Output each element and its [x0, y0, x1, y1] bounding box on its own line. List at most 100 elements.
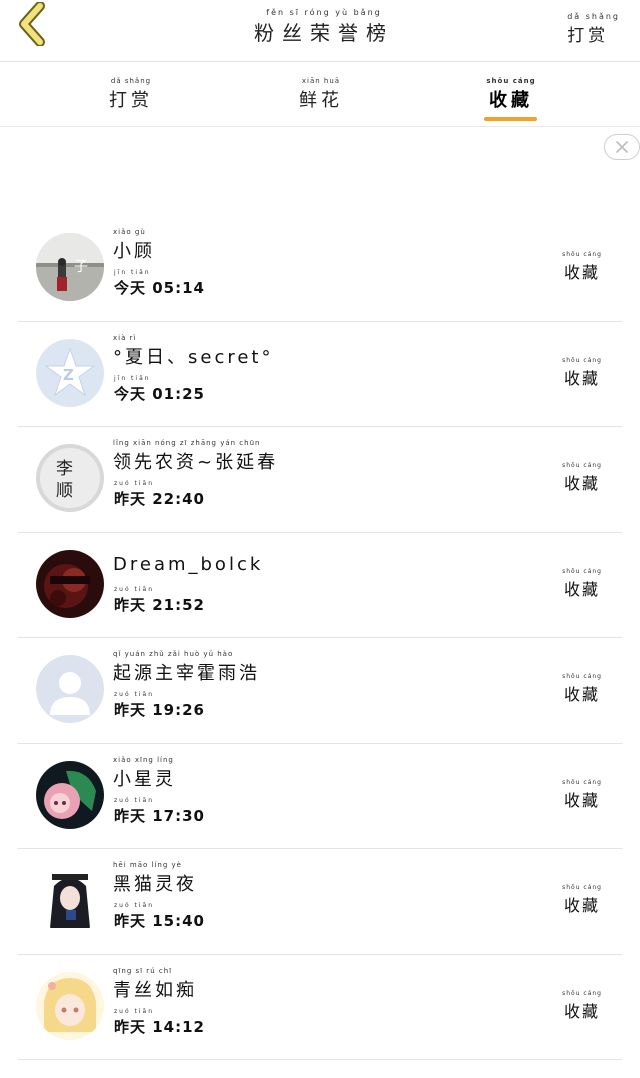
favorite-time: jīn tiān 今天 01:25 [114, 374, 205, 404]
favorite-time-text: 昨天 15:40 [114, 912, 205, 930]
favorite-button-pinyin: shōu cáng [562, 989, 602, 997]
favorite-button-pinyin: shōu cáng [562, 673, 602, 680]
user-name: xiǎo xīng líng 小星灵 [113, 756, 176, 791]
favorite-time-pinyin: jīn tiān [114, 269, 151, 276]
user-name-text: 起源主宰霍雨浩 [113, 663, 260, 684]
favorite-time: zuó tiān 昨天 14:12 [114, 1007, 205, 1037]
user-name: xiǎo gù 小顾 [113, 228, 155, 263]
favorite-button-label: 收藏 [564, 896, 601, 915]
favorite-button-label: 收藏 [564, 263, 601, 282]
tab-favorites[interactable]: shōu cáng 收藏 [451, 77, 571, 112]
favorite-time: zuó tiān 昨天 17:30 [114, 796, 205, 826]
avatar[interactable]: 李 顺 [36, 444, 104, 512]
favorite-time: zuó tiān 昨天 19:26 [114, 690, 205, 720]
tab-flowers-label: 鲜花 [299, 90, 343, 111]
svg-text:子: 子 [74, 259, 88, 275]
user-name-pinyin: xiǎo xīng líng [113, 755, 174, 764]
list-item[interactable]: 李 顺 lǐng xiān nóng zī zhāng yán chūn 领先农… [18, 427, 622, 533]
user-name-pinyin: xià rì [113, 333, 137, 342]
favorite-time-pinyin: zuó tiān [114, 480, 155, 487]
favorite-button[interactable]: shōu cáng 收藏 [562, 461, 602, 494]
tab-reward-label: 打赏 [109, 90, 153, 111]
list-item[interactable]: Dream_bolck zuó tiān 昨天 21:52 shōu cáng … [18, 533, 622, 638]
page-title-pinyin: fěn sī róng yù bǎng [266, 8, 382, 17]
user-name-text: 黑猫灵夜 [113, 874, 197, 895]
user-name-text: 领先农资~张延春 [113, 452, 279, 473]
favorites-list: 子 xiǎo gù 小顾 jīn tiān 今天 05:14 shōu cáng… [18, 216, 622, 1060]
tab-favorites-label: 收藏 [489, 90, 533, 111]
favorite-button-pinyin: shōu cáng [562, 462, 602, 469]
favorite-time: zuó tiān 昨天 15:40 [114, 901, 205, 931]
list-item[interactable]: qīng sī rú chī 青丝如痴 zuó tiān 昨天 14:12 sh… [18, 955, 622, 1060]
user-name-pinyin: hēi māo líng yè [113, 861, 182, 869]
user-name-pinyin: qīng sī rú chī [113, 966, 173, 975]
reward-button[interactable]: dǎ shǎng 打赏 [567, 12, 620, 46]
favorite-time-text: 昨天 22:40 [114, 490, 205, 508]
list-item[interactable]: qǐ yuán zhǔ zǎi huò yǔ hào 起源主宰霍雨浩 zuó t… [18, 638, 622, 744]
favorite-time-pinyin: zuó tiān [114, 691, 155, 698]
user-name: qǐ yuán zhǔ zǎi huò yǔ hào 起源主宰霍雨浩 [113, 650, 260, 685]
tab-reward[interactable]: dǎ shǎng 打赏 [71, 77, 191, 112]
favorite-time-pinyin: zuó tiān [114, 902, 155, 909]
favorite-button[interactable]: shōu cáng 收藏 [562, 250, 602, 283]
user-name-text: 小顾 [113, 241, 155, 262]
user-name-text: 小星灵 [113, 768, 176, 790]
user-name: xià rì °夏日、secret° [113, 334, 274, 369]
favorite-button-pinyin: shōu cáng [562, 567, 602, 575]
avatar[interactable] [36, 549, 104, 618]
favorite-button-pinyin: shōu cáng [562, 884, 602, 891]
avatar[interactable]: 子 [36, 233, 104, 301]
user-name-text: Dream_bolck [113, 553, 264, 575]
avatar[interactable]: Z [36, 338, 104, 407]
favorite-button[interactable]: shōu cáng 收藏 [562, 672, 602, 705]
avatar[interactable] [36, 971, 104, 1040]
avatar[interactable] [36, 655, 104, 723]
user-name: qīng sī rú chī 青丝如痴 [113, 967, 197, 1002]
list-item[interactable]: 子 xiǎo gù 小顾 jīn tiān 今天 05:14 shōu cáng… [18, 216, 622, 322]
page-title: fěn sī róng yù bǎng 粉丝荣誉榜 [0, 8, 640, 46]
svg-text:李: 李 [56, 459, 73, 479]
favorite-button[interactable]: shōu cáng 收藏 [562, 567, 602, 600]
tab-bar: dǎ shǎng 打赏 xiān huā 鲜花 shōu cáng 收藏 [0, 63, 640, 127]
list-item[interactable]: hēi māo líng yè 黑猫灵夜 zuó tiān 昨天 15:40 s… [18, 849, 622, 955]
user-name-text: 青丝如痴 [113, 979, 197, 1001]
favorite-button-pinyin: shōu cáng [562, 778, 602, 786]
svg-text:Z: Z [63, 366, 74, 384]
favorite-time-pinyin: zuó tiān [114, 796, 155, 804]
avatar[interactable] [36, 760, 104, 829]
reward-button-label: 打赏 [567, 26, 610, 46]
favorite-button-label: 收藏 [564, 685, 601, 704]
favorite-time-pinyin: zuó tiān [114, 1007, 155, 1015]
close-icon[interactable] [604, 134, 640, 160]
favorite-button[interactable]: shōu cáng 收藏 [562, 883, 602, 916]
user-name-pinyin: qǐ yuán zhǔ zǎi huò yǔ hào [113, 650, 234, 658]
favorite-button[interactable]: shōu cáng 收藏 [562, 778, 602, 811]
favorite-time: zuó tiān 昨天 22:40 [114, 479, 205, 509]
user-name: hēi māo líng yè 黑猫灵夜 [113, 861, 197, 896]
svg-text:顺: 顺 [56, 481, 73, 501]
favorite-button-pinyin: shōu cáng [562, 356, 602, 364]
favorite-button-label: 收藏 [564, 790, 601, 810]
tab-favorites-pinyin: shōu cáng [486, 77, 536, 85]
tab-flowers[interactable]: xiān huā 鲜花 [261, 77, 381, 112]
favorite-time-pinyin: zuó tiān [114, 585, 155, 593]
list-item[interactable]: xiǎo xīng líng 小星灵 zuó tiān 昨天 17:30 shō… [18, 744, 622, 849]
page-title-text: 粉丝荣誉榜 [254, 21, 394, 45]
tab-reward-pinyin: dǎ shǎng [110, 77, 152, 85]
user-name-text: °夏日、secret° [113, 346, 274, 368]
favorite-time-pinyin: jīn tiān [114, 374, 151, 382]
favorite-button-pinyin: shōu cáng [562, 251, 602, 258]
favorite-time-text: 今天 05:14 [114, 279, 205, 297]
user-name-pinyin: lǐng xiān nóng zī zhāng yán chūn [113, 439, 261, 447]
favorite-button-label: 收藏 [564, 368, 601, 388]
tab-flowers-pinyin: xiān huā [301, 77, 341, 85]
favorite-button[interactable]: shōu cáng 收藏 [562, 989, 602, 1022]
favorite-time-text: 昨天 14:12 [114, 1017, 205, 1036]
favorite-time: jīn tiān 今天 05:14 [114, 268, 205, 298]
favorite-button[interactable]: shōu cáng 收藏 [562, 356, 602, 389]
avatar[interactable] [36, 866, 104, 934]
active-tab-indicator [484, 117, 537, 121]
user-name: lǐng xiān nóng zī zhāng yán chūn 领先农资~张延… [113, 439, 278, 474]
list-item[interactable]: Z xià rì °夏日、secret° jīn tiān 今天 01:25 s… [18, 322, 622, 427]
favorite-button-label: 收藏 [564, 1001, 601, 1021]
